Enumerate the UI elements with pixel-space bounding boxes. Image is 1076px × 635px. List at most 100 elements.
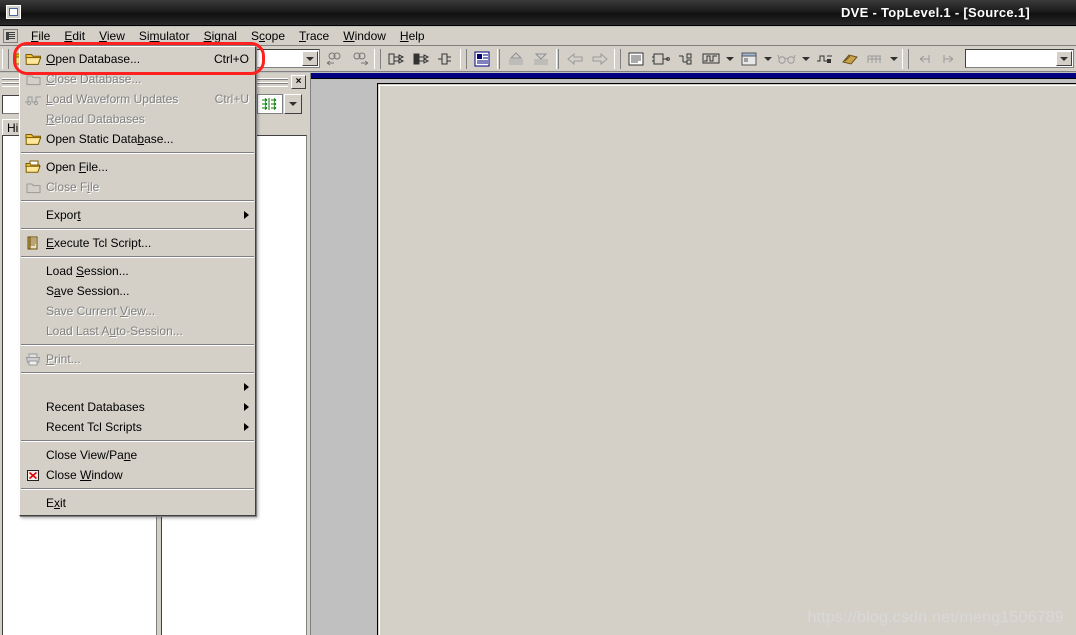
path-schematic-icon[interactable] bbox=[674, 48, 697, 70]
open-folder-icon bbox=[20, 130, 46, 148]
memory-dropdown[interactable] bbox=[887, 48, 900, 70]
menu-item-load-waveform-updates[interactable]: Load Waveform Updates Ctrl+U bbox=[20, 89, 255, 109]
hierarchy-expand-icon[interactable] bbox=[257, 94, 283, 114]
toolbar-search-combo-arrow[interactable] bbox=[302, 51, 318, 66]
dock-close-button[interactable]: × bbox=[291, 75, 306, 89]
menu-item-save-session-label: Save Session... bbox=[46, 284, 130, 298]
menu-simulator[interactable]: Simulator bbox=[132, 27, 197, 45]
signal-icon[interactable] bbox=[813, 48, 836, 70]
expand-right-icon[interactable] bbox=[384, 48, 407, 70]
compare-dropdown[interactable] bbox=[799, 48, 812, 70]
menu-file[interactable]: File bbox=[24, 27, 57, 45]
scroll-down-icon[interactable] bbox=[529, 48, 552, 70]
no-icon-placeholder bbox=[20, 418, 46, 436]
menu-scope[interactable]: Scope bbox=[244, 27, 292, 45]
menu-item-open-file[interactable]: Open File... bbox=[20, 157, 255, 177]
compare-icon[interactable] bbox=[775, 48, 798, 70]
source-document-content[interactable] bbox=[379, 85, 1076, 635]
menu-item-execute-tcl-script-label: Execute Tcl Script... bbox=[46, 236, 152, 250]
wave-view-icon[interactable] bbox=[699, 48, 722, 70]
toolbar-grip-4[interactable] bbox=[614, 48, 621, 69]
scroll-up-icon[interactable] bbox=[504, 48, 527, 70]
schematic-icon[interactable] bbox=[649, 48, 672, 70]
toolbar-grip-1[interactable] bbox=[2, 48, 9, 69]
menu-separator-2 bbox=[21, 200, 254, 202]
toolbar-time-combo-arrow[interactable] bbox=[1056, 51, 1072, 66]
list-window-icon[interactable] bbox=[737, 48, 760, 70]
menu-trace[interactable]: Trace bbox=[292, 27, 336, 45]
menu-item-execute-tcl-script[interactable]: Execute Tcl Script... bbox=[20, 233, 255, 253]
menu-view[interactable]: View bbox=[92, 27, 132, 45]
menu-item-load-last-auto-session[interactable]: Load Last Auto-Session... bbox=[20, 321, 255, 341]
assertion-icon[interactable] bbox=[838, 48, 861, 70]
menu-window[interactable]: Window bbox=[336, 27, 393, 45]
forward-arrow-icon[interactable] bbox=[588, 48, 611, 70]
menu-item-exit-label: Exit bbox=[46, 496, 67, 510]
toolbar-grip-2[interactable] bbox=[374, 48, 381, 69]
list-window-dropdown[interactable] bbox=[761, 48, 774, 70]
toolbar-time-combo[interactable] bbox=[965, 49, 1074, 68]
dve-application-window: DVE - TopLevel.1 - [Source.1] File Edit … bbox=[0, 0, 1076, 635]
menu-item-load-last-auto-session-label: Load Last Auto-Session... bbox=[46, 324, 183, 338]
properties-icon[interactable] bbox=[470, 48, 493, 70]
search-back-icon[interactable] bbox=[323, 48, 346, 70]
list-view-icon[interactable] bbox=[624, 48, 647, 70]
menu-item-recent-sessions[interactable]: Recent Tcl Scripts bbox=[20, 417, 255, 437]
menu-item-save-current-view[interactable]: Save Current View... bbox=[20, 301, 255, 321]
app-window-icon bbox=[6, 5, 21, 19]
menu-bar: File Edit View Simulator Signal Scope Tr… bbox=[0, 27, 1076, 46]
search-forward-icon[interactable] bbox=[348, 48, 371, 70]
menu-item-export[interactable]: Export bbox=[20, 205, 255, 225]
menu-item-save-current-view-label: Save Current View... bbox=[46, 304, 156, 318]
menu-item-close-view-pane-label: Close View/Pane bbox=[46, 448, 138, 462]
menu-edit[interactable]: Edit bbox=[57, 27, 92, 45]
menu-bar-grip-icon bbox=[3, 29, 18, 43]
menu-item-print[interactable]: Print... bbox=[20, 349, 255, 369]
no-icon-placeholder bbox=[20, 378, 46, 396]
no-icon-placeholder bbox=[20, 494, 46, 512]
submenu-arrow-icon bbox=[244, 211, 249, 219]
no-icon-placeholder bbox=[20, 282, 46, 300]
menu-item-recent-tcl-scripts[interactable]: Recent Databases bbox=[20, 397, 255, 417]
menu-item-open-database[interactable]: Open Database... Ctrl+O bbox=[20, 49, 255, 69]
expand-both-icon[interactable] bbox=[434, 48, 457, 70]
menu-item-open-static-database[interactable]: Open Static Database... bbox=[20, 129, 255, 149]
menu-item-exit[interactable]: Exit bbox=[20, 493, 255, 513]
title-bar: DVE - TopLevel.1 - [Source.1] bbox=[0, 0, 1076, 26]
menu-separator-7 bbox=[21, 440, 254, 442]
no-icon-placeholder bbox=[20, 206, 46, 224]
menu-separator-8 bbox=[21, 488, 254, 490]
menu-item-open-static-database-label: Open Static Database... bbox=[46, 132, 174, 146]
menu-help[interactable]: Help bbox=[393, 27, 432, 45]
menu-item-close-window[interactable]: Close Window bbox=[20, 465, 255, 485]
no-icon-placeholder bbox=[20, 110, 46, 128]
menu-item-close-file[interactable]: Close File bbox=[20, 177, 255, 197]
menu-item-reload-databases-label: Reload Databases bbox=[46, 112, 145, 126]
menu-item-load-session-label: Load Session... bbox=[46, 264, 129, 278]
source-document-window[interactable] bbox=[377, 83, 1076, 635]
menu-item-reload-databases[interactable]: Reload Databases bbox=[20, 109, 255, 129]
memory-icon[interactable] bbox=[863, 48, 886, 70]
menu-item-open-database-label: Open Database... bbox=[46, 52, 141, 66]
next-transition-icon[interactable] bbox=[937, 48, 960, 70]
prev-transition-icon[interactable] bbox=[912, 48, 935, 70]
menu-item-recent-databases[interactable] bbox=[20, 377, 255, 397]
back-arrow-icon[interactable] bbox=[563, 48, 586, 70]
dock-scope-combo-value bbox=[3, 96, 6, 110]
menu-item-open-database-accel: Ctrl+O bbox=[213, 52, 249, 66]
menu-item-load-session[interactable]: Load Session... bbox=[20, 261, 255, 281]
no-icon-placeholder bbox=[20, 398, 46, 416]
window-title: DVE - TopLevel.1 - [Source.1] bbox=[840, 5, 1030, 20]
menu-item-close-database[interactable]: Close Database... bbox=[20, 69, 255, 89]
wave-view-dropdown[interactable] bbox=[723, 48, 736, 70]
menu-separator-3 bbox=[21, 228, 254, 230]
submenu-arrow-icon bbox=[244, 423, 249, 431]
toolbar-grip-3[interactable] bbox=[460, 48, 467, 69]
menu-item-open-file-label: Open File... bbox=[46, 160, 109, 174]
toolbar-grip-5[interactable] bbox=[902, 48, 909, 69]
menu-item-close-view-pane[interactable]: Close View/Pane bbox=[20, 445, 255, 465]
expand-left-icon[interactable] bbox=[409, 48, 432, 70]
menu-item-save-session[interactable]: Save Session... bbox=[20, 281, 255, 301]
hierarchy-dropdown-arrow[interactable] bbox=[284, 94, 302, 114]
menu-signal[interactable]: Signal bbox=[197, 27, 244, 45]
